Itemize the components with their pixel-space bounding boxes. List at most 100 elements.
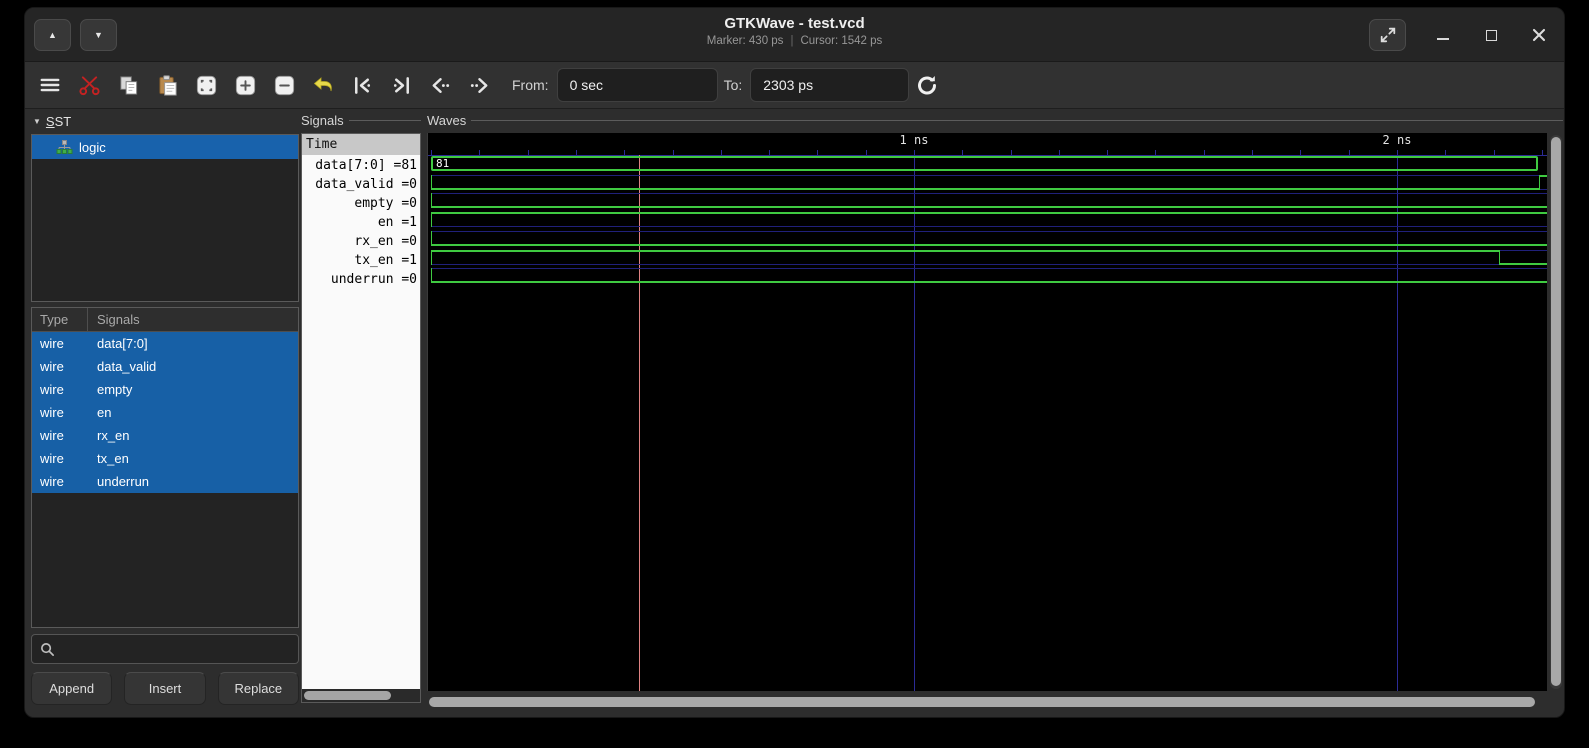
window-title: GTKWave - test.vcd — [25, 15, 1564, 32]
signal-entry[interactable]: empty =0 — [302, 194, 420, 213]
cell-signal: underrun — [88, 474, 298, 489]
sst-tree: logic — [31, 134, 299, 302]
cell-type: wire — [32, 336, 88, 351]
wave-bit-trace[interactable] — [431, 250, 1499, 252]
reload-button[interactable] — [915, 73, 939, 97]
cursor-status: Cursor: 1542 ps — [800, 35, 882, 47]
trace-rail-high — [431, 193, 1547, 194]
table-body: wiredata[7:0]wiredata_validwireemptywire… — [32, 332, 298, 493]
zoom-out-icon — [273, 74, 296, 97]
trace-start-edge — [431, 212, 432, 227]
column-header-signals[interactable]: Signals — [88, 312, 298, 327]
titlebar: ▲ ▼ GTKWave - test.vcd Marker: 430 ps|Cu… — [25, 8, 1564, 62]
cell-signal: data[7:0] — [88, 336, 298, 351]
insert-button[interactable]: Insert — [124, 672, 205, 705]
cell-signal: empty — [88, 382, 298, 397]
fullscreen-button[interactable] — [1369, 19, 1406, 51]
frame-line — [471, 120, 1563, 121]
zoom-out-button[interactable] — [272, 73, 296, 97]
signal-entry[interactable]: data_valid =0 — [302, 175, 420, 194]
menu-button[interactable] — [38, 73, 62, 97]
cut-button[interactable] — [77, 73, 101, 97]
wave-bit-trace[interactable] — [431, 212, 1547, 214]
paste-button[interactable] — [155, 73, 179, 97]
signals-hscrollbar[interactable] — [302, 689, 420, 702]
signal-name-list[interactable]: data[7:0] =81data_valid =0empty =0en =1r… — [302, 155, 420, 689]
wave-bit-trace[interactable] — [431, 281, 1547, 283]
shift-left-button[interactable] — [428, 73, 452, 97]
table-row[interactable]: wireen — [32, 401, 298, 424]
timeline-label: 0 — [427, 133, 455, 148]
go-to-start-button[interactable] — [350, 73, 374, 97]
wave-bit-trace[interactable] — [431, 188, 1539, 190]
sst-header[interactable]: ▼ SST — [31, 111, 299, 131]
close-button[interactable] — [1528, 19, 1550, 51]
wave-bus-trace[interactable]: 81 — [431, 156, 1538, 171]
shift-right-button[interactable] — [467, 73, 491, 97]
search-icon — [40, 642, 55, 657]
table-row[interactable]: wiretx_en — [32, 447, 298, 470]
trace-rail-low — [431, 226, 1547, 227]
cell-type: wire — [32, 359, 88, 374]
cell-type: wire — [32, 428, 88, 443]
signals-panel-title: Signals — [301, 113, 344, 128]
go-to-end-button[interactable] — [389, 73, 413, 97]
table-row[interactable]: wireempty — [32, 378, 298, 401]
table-row[interactable]: wireunderrun — [32, 470, 298, 493]
maximize-button[interactable] — [1480, 19, 1502, 51]
arrow-left-dots-icon — [429, 74, 452, 97]
primary-marker[interactable] — [639, 155, 640, 691]
signal-entry[interactable]: rx_en =0 — [302, 232, 420, 251]
toolbar: From: To: — [25, 62, 1564, 109]
signal-entry[interactable]: data[7:0] =81 — [302, 156, 420, 175]
trace-transition-edge — [1539, 175, 1540, 190]
waves-hscrollbar[interactable] — [429, 695, 1547, 708]
minimize-button[interactable] — [1432, 19, 1454, 51]
signal-search-box[interactable] — [31, 634, 299, 664]
cell-signal: tx_en — [88, 451, 298, 466]
tree-item-label: logic — [79, 140, 106, 155]
table-row[interactable]: wiredata_valid — [32, 355, 298, 378]
status-separator: | — [790, 35, 793, 47]
cell-type: wire — [32, 382, 88, 397]
from-input[interactable] — [557, 68, 718, 102]
wave-bit-trace[interactable] — [431, 206, 1547, 208]
to-input[interactable] — [750, 68, 909, 102]
main-area: ▼ SST logic Type Signals wiredata[7:0]wi… — [25, 109, 1564, 717]
scrollbar-thumb[interactable] — [1551, 137, 1561, 686]
trace-rail-high — [431, 231, 1547, 232]
scrollbar-thumb[interactable] — [304, 691, 391, 700]
skip-to-end-icon — [390, 74, 413, 97]
wave-bit-trace[interactable] — [431, 244, 1547, 246]
time-gridline — [914, 155, 915, 691]
signal-entry[interactable]: tx_en =1 — [302, 251, 420, 270]
column-header-type[interactable]: Type — [32, 308, 88, 331]
signal-entry[interactable]: en =1 — [302, 213, 420, 232]
cell-type: wire — [32, 451, 88, 466]
signals-panel: Signals Time data[7:0] =81data_valid =0e… — [301, 111, 421, 707]
tree-item-logic[interactable]: logic — [32, 135, 298, 159]
hamburger-menu-icon — [39, 74, 61, 96]
wave-bit-trace[interactable] — [1499, 263, 1547, 265]
waves-vscrollbar[interactable] — [1550, 135, 1562, 689]
sst-panel: ▼ SST logic Type Signals wiredata[7:0]wi… — [31, 111, 299, 705]
copy-button[interactable] — [116, 73, 140, 97]
scrollbar-thumb[interactable] — [429, 697, 1535, 707]
sst-label: S — [46, 114, 55, 129]
timeline-label: 1 ns — [884, 133, 944, 148]
append-button[interactable]: Append — [31, 672, 112, 705]
table-row[interactable]: wiredata[7:0] — [32, 332, 298, 355]
wave-canvas[interactable]: 0 1 ns 2 ns 81 — [427, 133, 1547, 691]
timeline-label: 2 ns — [1367, 133, 1427, 148]
wave-bit-trace[interactable] — [1539, 175, 1547, 177]
undo-button[interactable] — [311, 73, 335, 97]
signals-frame: Time data[7:0] =81data_valid =0empty =0e… — [301, 133, 421, 703]
zoom-fit-button[interactable] — [194, 73, 218, 97]
signal-entry[interactable]: underrun =0 — [302, 270, 420, 289]
time-header[interactable]: Time — [302, 134, 420, 155]
table-row[interactable]: wirerx_en — [32, 424, 298, 447]
zoom-in-button[interactable] — [233, 73, 257, 97]
zoom-fit-icon — [195, 74, 218, 97]
search-input[interactable] — [61, 642, 298, 657]
replace-button[interactable]: Replace — [218, 672, 299, 705]
